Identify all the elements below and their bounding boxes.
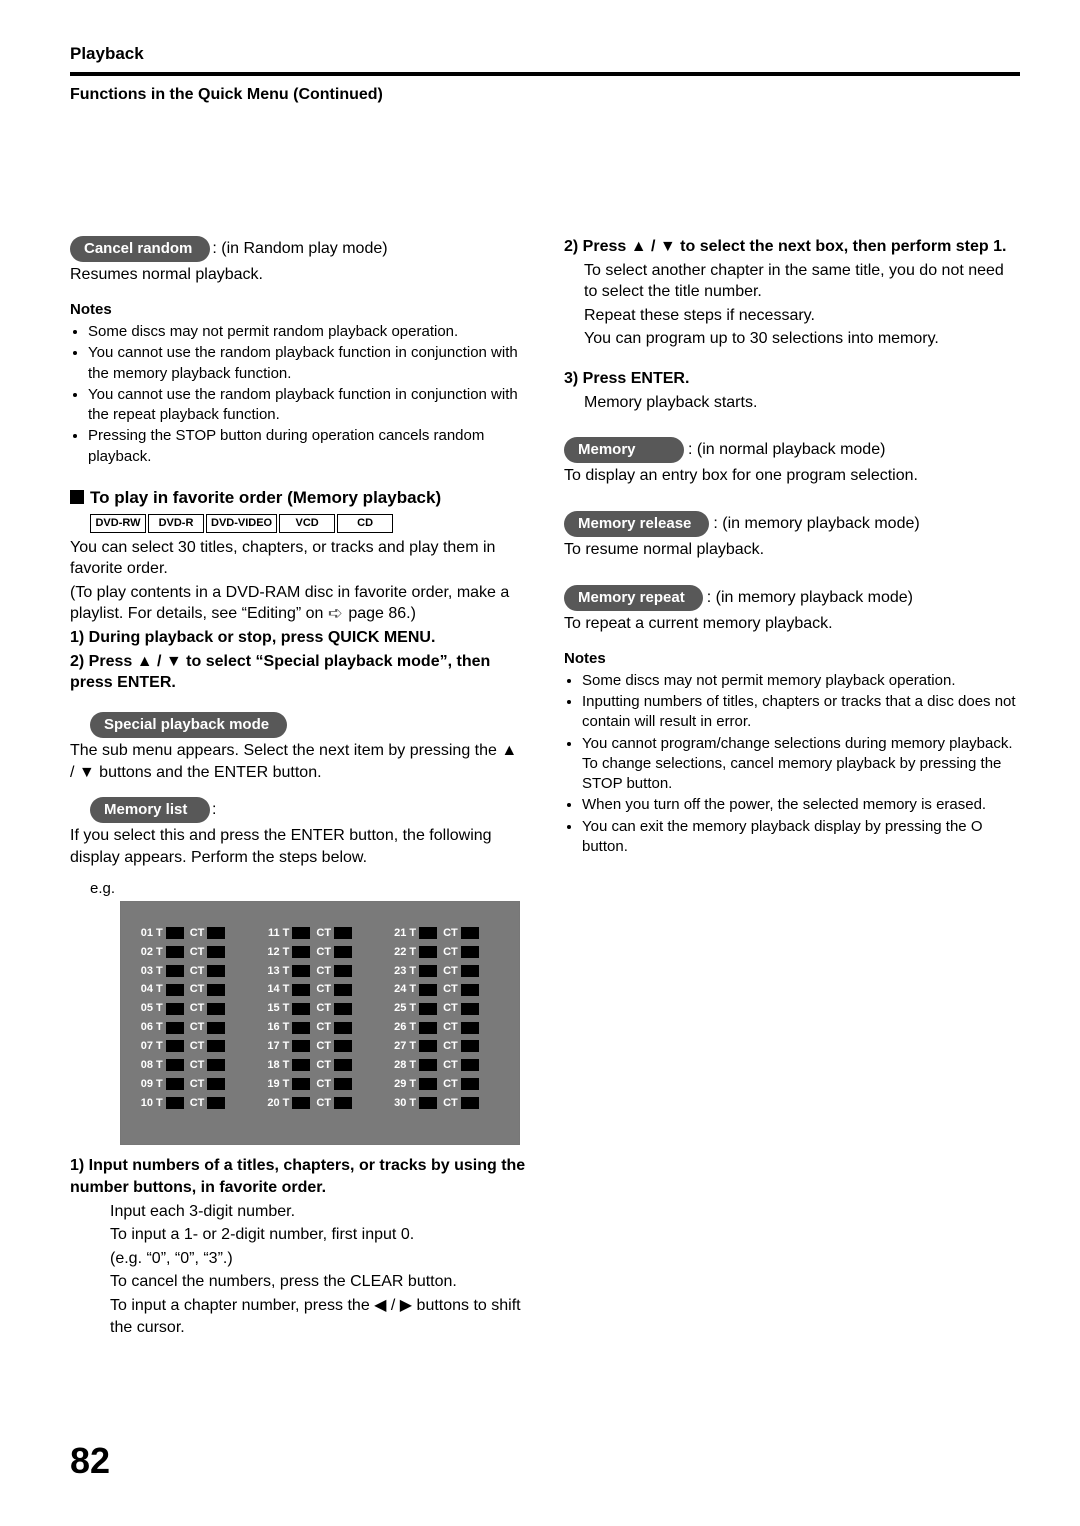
header-rule: [70, 72, 1020, 76]
memory-slot: 21TCT: [388, 926, 505, 941]
memory-slot: 16TCT: [262, 1020, 379, 1035]
memory-release-suffix: : (in memory playback mode): [713, 513, 919, 535]
note-item: Some discs may not permit memory playbac…: [582, 671, 1020, 691]
memory-release-pill: Memory release: [564, 511, 709, 537]
topic-paragraph: (To play contents in a DVD-RAM disc in f…: [70, 582, 526, 625]
topic-paragraph: You can select 30 titles, chapters, or t…: [70, 537, 526, 580]
memory-release-desc: To resume normal playback.: [564, 539, 1020, 561]
memory-slot: 28TCT: [388, 1058, 505, 1073]
memory-slot: 04TCT: [135, 982, 252, 997]
memory-slot: 19TCT: [262, 1077, 379, 1092]
page-number: 82: [70, 1440, 110, 1482]
right-step2-bold: 2) Press ▲ / ▼ to select the next box, t…: [564, 236, 1020, 258]
memory-slot: 18TCT: [262, 1058, 379, 1073]
memory-pill: Memory: [564, 437, 684, 463]
memory-slot: 10TCT: [135, 1096, 252, 1111]
memory-pill-desc: To display an entry box for one program …: [564, 465, 1020, 487]
memory-slot: 12TCT: [262, 945, 379, 960]
memory-col-3: 21TCT 22TCT 23TCT 24TCT 25TCT 26TCT 27TC…: [388, 926, 505, 1110]
note-item: When you turn off the power, the selecte…: [582, 795, 1020, 815]
memory-playback-heading: To play in favorite order (Memory playba…: [70, 487, 526, 510]
memory-slot: 23TCT: [388, 964, 505, 979]
page-ref-arrow-icon: [328, 604, 344, 616]
memory-slot: 07TCT: [135, 1039, 252, 1054]
page-subheading: Functions in the Quick Menu (Continued): [70, 86, 1020, 104]
memory-slot: 15TCT: [262, 1001, 379, 1016]
memory-step1-line: To input a chapter number, press the ◀ /…: [110, 1295, 526, 1338]
memory-list-desc: If you select this and press the ENTER b…: [70, 825, 526, 868]
right-step3-line: Memory playback starts.: [564, 392, 1020, 414]
memory-repeat-suffix: : (in memory playback mode): [707, 587, 913, 609]
memory-step1-line: To input a 1- or 2-digit number, first i…: [110, 1224, 526, 1246]
note-item: You cannot use the random playback funct…: [88, 343, 526, 384]
memory-step1-line: To cancel the numbers, press the CLEAR b…: [110, 1271, 526, 1293]
memory-slot: 05TCT: [135, 1001, 252, 1016]
right-step2-line: To select another chapter in the same ti…: [584, 260, 1020, 303]
memory-slot: 17TCT: [262, 1039, 379, 1054]
memory-step1-line: (e.g. “0”, “0”, “3”.): [110, 1248, 526, 1270]
memory-slot: 02TCT: [135, 945, 252, 960]
memory-list-colon: :: [212, 801, 216, 818]
cancel-random-suffix: : (in Random play mode): [212, 240, 387, 257]
memory-repeat-pill: Memory repeat: [564, 585, 703, 611]
note-item: Pressing the STOP button during operatio…: [88, 426, 526, 467]
right-column: 2) Press ▲ / ▼ to select the next box, t…: [564, 234, 1020, 1340]
disc-box: CD: [337, 514, 393, 533]
note-item: You cannot program/change selections dur…: [582, 734, 1020, 795]
memory-slot: 26TCT: [388, 1020, 505, 1035]
memory-slot: 09TCT: [135, 1077, 252, 1092]
memory-slot: 24TCT: [388, 982, 505, 997]
memory-slot: 20TCT: [262, 1096, 379, 1111]
memory-slot: 27TCT: [388, 1039, 505, 1054]
memory-pill-suffix: : (in normal playback mode): [688, 439, 885, 461]
left-column: Cancel random: (in Random play mode) Res…: [70, 234, 526, 1340]
right-step3-bold: 3) Press ENTER.: [564, 368, 1020, 390]
disc-box: DVD-VIDEO: [206, 514, 277, 533]
memory-slot: 29TCT: [388, 1077, 505, 1092]
memory-slot: 30TCT: [388, 1096, 505, 1111]
cancel-random-pill: Cancel random: [70, 236, 210, 262]
right-step2-line: You can program up to 30 selections into…: [584, 328, 1020, 350]
right-step2-line: Repeat these steps if necessary.: [584, 305, 1020, 327]
memory-slot: 01TCT: [135, 926, 252, 941]
memory-slot: 25TCT: [388, 1001, 505, 1016]
disc-box: DVD-R: [148, 514, 204, 533]
memory-list-display: 01TCT 02TCT 03TCT 04TCT 05TCT 06TCT 07TC…: [120, 901, 520, 1145]
memory-repeat-desc: To repeat a current memory playback.: [564, 613, 1020, 635]
note-item: Inputting numbers of titles, chapters or…: [582, 692, 1020, 733]
memory-col-2: 11TCT 12TCT 13TCT 14TCT 15TCT 16TCT 17TC…: [262, 926, 379, 1110]
disc-box: DVD-RW: [90, 514, 146, 533]
memory-slot: 08TCT: [135, 1058, 252, 1073]
example-label: e.g.: [90, 879, 526, 899]
memory-slot: 03TCT: [135, 964, 252, 979]
memory-slot: 22TCT: [388, 945, 505, 960]
square-bullet-icon: [70, 490, 84, 504]
note-item: You cannot use the random playback funct…: [88, 385, 526, 426]
memory-slot: 14TCT: [262, 982, 379, 997]
note-item: You can exit the memory playback display…: [582, 817, 1020, 858]
note-item: Some discs may not permit random playbac…: [88, 322, 526, 342]
special-playback-pill: Special playback mode: [90, 712, 287, 738]
notes-list-left: Some discs may not permit random playbac…: [70, 322, 526, 467]
step-2: 2) Press ▲ / ▼ to select “Special playba…: [70, 651, 526, 694]
memory-slot: 13TCT: [262, 964, 379, 979]
special-playback-desc: The sub menu appears. Select the next it…: [70, 740, 526, 783]
memory-col-1: 01TCT 02TCT 03TCT 04TCT 05TCT 06TCT 07TC…: [135, 926, 252, 1110]
step-1: 1) During playback or stop, press QUICK …: [70, 627, 526, 649]
memory-step1-line: Input each 3-digit number.: [110, 1201, 526, 1223]
cancel-random-desc: Resumes normal playback.: [70, 264, 526, 286]
disc-compatibility-row: DVD-RW DVD-R DVD-VIDEO VCD CD: [90, 514, 526, 533]
section-title: Playback: [70, 44, 1020, 64]
memory-step1-bold: 1) Input numbers of a titles, chapters, …: [70, 1155, 526, 1198]
notes-title-left: Notes: [70, 300, 526, 320]
memory-list-pill: Memory list: [90, 797, 210, 823]
memory-slot: 06TCT: [135, 1020, 252, 1035]
memory-slot: 11TCT: [262, 926, 379, 941]
notes-title-right: Notes: [564, 649, 1020, 669]
disc-box: VCD: [279, 514, 335, 533]
notes-list-right: Some discs may not permit memory playbac…: [564, 671, 1020, 857]
